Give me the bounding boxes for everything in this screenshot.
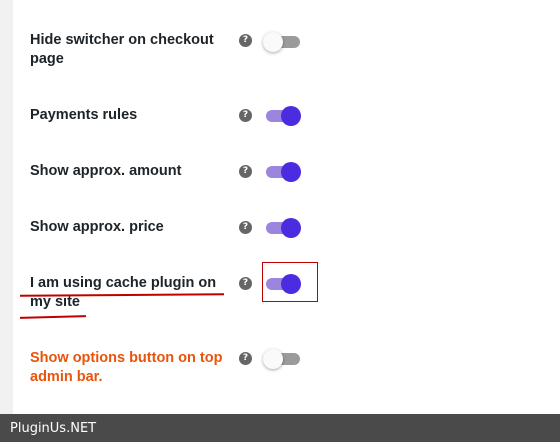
- hide-switcher-checkout-toggle[interactable]: [263, 29, 301, 53]
- help-icon[interactable]: ?: [239, 352, 252, 365]
- help-icon[interactable]: ?: [239, 277, 252, 290]
- left-gutter: [0, 0, 13, 414]
- help-icon[interactable]: ?: [239, 34, 252, 47]
- annotation-highlight-box: [262, 262, 318, 302]
- setting-label: Show approx. amount: [30, 163, 182, 179]
- annotation-underline: [19, 315, 87, 319]
- setting-label: Show approx. price: [30, 219, 164, 235]
- toggle-knob: [263, 32, 283, 52]
- show-approx-price-toggle[interactable]: [265, 215, 301, 239]
- help-icon[interactable]: ?: [239, 165, 252, 178]
- settings-page: Hide switcher on checkout page ? Payment…: [0, 0, 560, 442]
- toggle-knob: [281, 162, 301, 182]
- show-approx-amount-toggle[interactable]: [265, 159, 301, 183]
- toggle-knob: [281, 218, 301, 238]
- setting-label: Payments rules: [30, 107, 138, 123]
- options-button-admin-bar-toggle[interactable]: [263, 346, 301, 370]
- toggle-knob: [281, 106, 301, 126]
- help-icon[interactable]: ?: [239, 109, 252, 122]
- setting-label: Show options button on top admin bar.: [30, 350, 223, 385]
- toggle-knob: [263, 349, 283, 369]
- help-icon[interactable]: ?: [239, 221, 252, 234]
- setting-label: Hide switcher on checkout page: [30, 32, 214, 67]
- payments-rules-toggle[interactable]: [265, 103, 301, 127]
- watermark-text: PluginUs.NET: [10, 421, 97, 436]
- watermark-bar: PluginUs.NET: [0, 414, 560, 442]
